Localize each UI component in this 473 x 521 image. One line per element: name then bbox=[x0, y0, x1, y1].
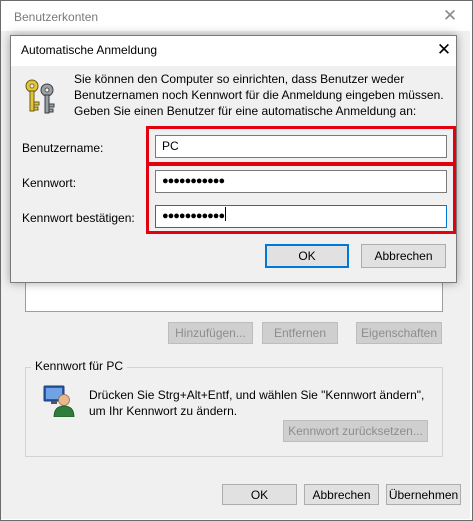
remove-user-button[interactable]: Entfernen bbox=[262, 322, 338, 344]
user-icon bbox=[43, 385, 75, 417]
user-list[interactable] bbox=[25, 282, 443, 312]
password-group-text: Drücken Sie Strg+Alt+Entf, und wählen Si… bbox=[89, 388, 425, 418]
password-label: Kennwort: bbox=[22, 176, 77, 190]
password-highlight-box bbox=[146, 163, 456, 234]
properties-button[interactable]: Eigenschaften bbox=[356, 322, 442, 344]
add-user-button[interactable]: Hinzufügen... bbox=[168, 322, 253, 344]
reset-password-button[interactable]: Kennwort zurücksetzen... bbox=[283, 420, 428, 442]
dialog-cancel-button[interactable]: Abbrechen bbox=[361, 244, 446, 268]
cancel-button[interactable]: Abbrechen bbox=[304, 484, 379, 505]
username-label: Benutzername: bbox=[22, 141, 104, 155]
password-group-title: Kennwort für PC bbox=[31, 359, 128, 373]
apply-button[interactable]: Übernehmen bbox=[386, 484, 461, 505]
username-highlight-box bbox=[146, 126, 456, 165]
ok-button[interactable]: OK bbox=[222, 484, 297, 505]
dialog-close-icon[interactable]: ✕ bbox=[432, 38, 456, 62]
dialog-title: Automatische Anmeldung bbox=[21, 43, 158, 57]
confirm-password-label: Kennwort bestätigen: bbox=[22, 211, 135, 225]
window-close-icon[interactable]: ✕ bbox=[438, 5, 462, 27]
dialog-info-text: Sie können den Computer so einrichten, d… bbox=[74, 72, 444, 118]
window-title: Benutzerkonten bbox=[14, 10, 99, 24]
keys-icon bbox=[25, 79, 55, 114]
dialog-ok-button[interactable]: OK bbox=[265, 244, 349, 268]
